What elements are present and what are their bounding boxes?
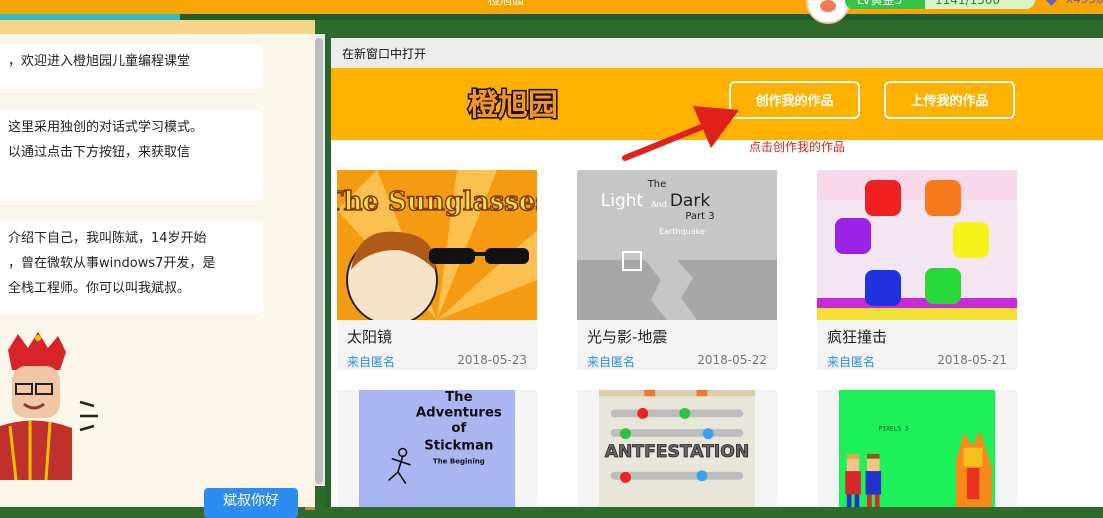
svg-text:Light: Light [601,191,644,211]
work-author[interactable]: 来自匿名 [347,353,395,370]
diamond-count: x4930 [1066,0,1103,6]
svg-text:ANTFESTATION: ANTFESTATION [605,442,749,462]
chat-message: 这里采用独创的对话式学习模式。 以通过点击下方按钮，来获取信 [0,110,263,201]
arrow-annotation [622,106,739,161]
work-card[interactable]: The Sunglasses 太阳镜 来自匿名 2018-05-23 [337,170,537,370]
top-title: 橙旭园 [488,0,525,7]
svg-text:The Sunglasses: The Sunglasses [337,187,537,217]
work-card[interactable]: ANTFESTATION [577,390,777,507]
work-card[interactable]: PIXELS 3 [817,390,1017,507]
mascot-avatar [0,332,98,480]
user-avatar[interactable] [806,0,850,24]
svg-text:Part 3: Part 3 [685,211,714,222]
work-title: 疯狂撞击 [827,328,888,346]
svg-text:The: The [445,390,472,405]
chat-message: ，欢迎进入橙旭园儿童编程课堂 [0,44,263,89]
work-thumbnail[interactable] [817,170,1017,320]
svg-text:Dark: Dark [670,191,710,211]
hint-text: 点击创作我的作品 [749,140,846,154]
logo-text: 橙旭园 [468,88,558,123]
svg-text:of: of [451,421,466,436]
work-card[interactable]: The Adventures of Stickman The Begining [337,390,537,507]
work-date: 2018-05-22 [697,353,767,367]
work-date: 2018-05-23 [457,353,527,367]
work-date: 2018-05-21 [937,353,1007,367]
reply-button[interactable]: 斌叔你好 [204,488,298,518]
work-thumbnail[interactable]: The Light And Dark Part 3 Earthquake [577,170,777,320]
work-thumbnail[interactable]: The Adventures of Stickman The Begining [337,390,537,507]
open-new-window-link[interactable]: 在新窗口中打开 [342,45,426,62]
work-thumbnail[interactable]: The Sunglasses [337,170,537,320]
svg-text:Earthquake: Earthquake [659,227,705,236]
scrollbar-thumb[interactable] [315,38,323,484]
work-author[interactable]: 来自匿名 [827,353,875,370]
work-card[interactable]: The Light And Dark Part 3 Earthquake 光与影… [577,170,777,370]
svg-text:The Begining: The Begining [433,456,485,465]
works-window: 在新窗口中打开 橙旭园 创作我的作品 上传我的作品 点击创作我的作品 The S… [331,38,1103,507]
svg-text:PIXELS 3: PIXELS 3 [879,426,909,433]
diamond-icon: ◆ [1046,0,1057,8]
svg-text:Adventures: Adventures [416,406,502,421]
exp-counter: 1141/1500 [925,0,1035,9]
work-author[interactable]: 来自匿名 [587,353,635,370]
upload-work-button[interactable]: 上传我的作品 [884,81,1015,119]
level-badge: LV黄金3 [845,0,937,9]
work-thumbnail[interactable]: ANTFESTATION [577,390,777,507]
logo[interactable]: 橙旭园 [448,81,578,127]
svg-text:And: And [651,200,667,209]
work-card[interactable]: 疯狂撞击 来自匿名 2018-05-21 [817,170,1017,370]
work-title: 太阳镜 [347,328,393,346]
work-thumbnail[interactable]: PIXELS 3 [817,390,1017,507]
svg-text:The: The [647,179,667,190]
window-bar: 在新窗口中打开 [331,38,1103,69]
chat-message: 介绍下自己，我叫陈斌，14岁开始 ，曾在微软从事windows7开发，是 全栈工… [0,221,263,314]
work-title: 光与影-地震 [587,328,668,346]
svg-text:Stickman: Stickman [424,438,493,453]
